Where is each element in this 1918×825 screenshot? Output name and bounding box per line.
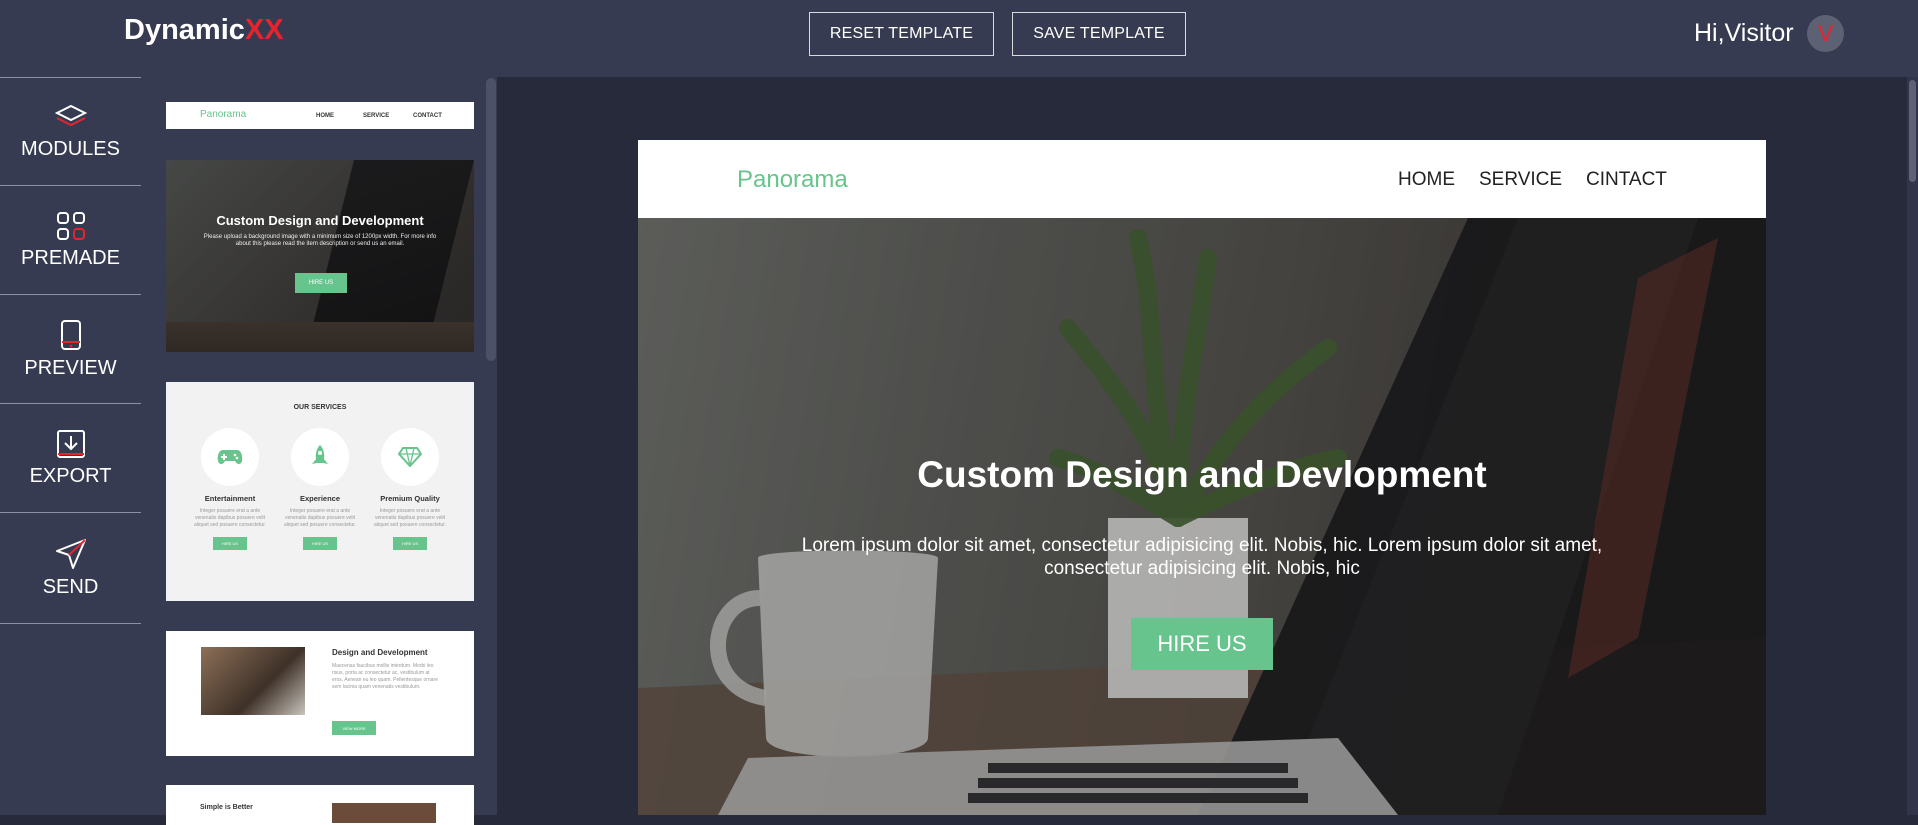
module-thumbnail-feature[interactable]: Design and Development Maecenas faucibus…	[166, 631, 474, 756]
reset-template-button[interactable]: RESET TEMPLATE	[809, 12, 994, 56]
template-preview[interactable]: Panorama HOME SERVICE CINTACT Custom Des…	[638, 140, 1766, 815]
preview-brand[interactable]: Panorama	[737, 166, 848, 194]
grid-icon	[56, 211, 85, 240]
sidebar-item-label: PREMADE	[21, 246, 120, 269]
scrollbar-grip[interactable]	[1909, 80, 1916, 182]
sidebar-item-modules[interactable]: MODULES	[0, 77, 141, 186]
thumb-simple-title: Simple is Better	[200, 804, 253, 811]
sidebar-item-export[interactable]: EXPORT	[0, 403, 141, 512]
canvas-scrollbar[interactable]	[1907, 77, 1918, 815]
sidebar-item-label: SEND	[42, 575, 99, 598]
service-icon-circle	[381, 428, 439, 486]
user-greeting: Hi,Visitor	[1694, 19, 1794, 47]
laptop-photo	[201, 647, 305, 715]
sidebar-item-send[interactable]: SEND	[0, 512, 141, 624]
send-icon	[55, 538, 86, 569]
save-template-button[interactable]: SAVE TEMPLATE	[1012, 12, 1186, 56]
portrait-photo	[332, 803, 436, 823]
service-icon-circle	[201, 428, 259, 486]
modules-scrollbar[interactable]	[486, 78, 496, 361]
service-name: Experience	[299, 494, 341, 503]
service-button: HIRE US	[213, 537, 247, 550]
preview-hero[interactable]: Custom Design and Devlopment Lorem ipsum…	[638, 218, 1766, 815]
service-card: Premium Quality Integer posuere erat a a…	[370, 428, 450, 550]
thumb-services-title: OUR SERVICES	[293, 404, 347, 411]
service-card: Experience Integer posuere erat a ante v…	[280, 428, 360, 550]
module-thumbnail-services[interactable]: OUR SERVICES Entertainment Integer posue…	[166, 382, 474, 601]
service-text: Integer posuere erat a ante venenatis da…	[374, 508, 446, 528]
diamond-icon	[398, 447, 422, 467]
thumb-nav-link: HOME	[316, 113, 334, 119]
preview-nav-contact[interactable]: CINTACT	[1586, 169, 1667, 191]
service-text: Integer posuere erat a ante venenatis da…	[284, 508, 356, 528]
thumb-brand: Panorama	[200, 109, 247, 120]
thumb-hero-title: Custom Design and Development	[216, 213, 424, 228]
preview-hero-title[interactable]: Custom Design and Devlopment	[638, 454, 1766, 496]
top-bar: DynamicXX RESET TEMPLATE SAVE TEMPLATE H…	[0, 0, 1918, 77]
service-name: Premium Quality	[380, 494, 440, 503]
thumb-nav-link: SERVICE	[363, 113, 390, 119]
hero-overlay	[638, 218, 1766, 815]
thumb-hero-text: Please upload a background image with a …	[203, 234, 437, 247]
preview-hero-text[interactable]: Lorem ipsum dolor sit amet, consectetur …	[768, 534, 1636, 580]
sidebar-nav: MODULES PREMADE PREVIEW EXPORT SEND	[0, 77, 141, 815]
thumb-feature-title: Design and Development	[332, 648, 428, 657]
thumb-feature-text: Maecenas faucibus mollis interdum. Morbi…	[332, 663, 438, 690]
logo-accent-text: XX	[244, 14, 284, 46]
avatar[interactable]: V	[1807, 15, 1844, 52]
service-text: Integer posuere erat a ante venenatis da…	[194, 508, 266, 528]
sidebar-item-label: PREVIEW	[24, 356, 117, 379]
sidebar-item-label: MODULES	[21, 137, 120, 160]
logo-main-text: Dynamic	[124, 14, 245, 46]
preview-nav-home[interactable]: HOME	[1398, 169, 1455, 191]
sidebar-item-premade[interactable]: PREMADE	[0, 185, 141, 294]
service-card: Entertainment Integer posuere erat a ant…	[190, 428, 270, 550]
preview-hire-button[interactable]: HIRE US	[1131, 618, 1273, 670]
thumb-feature-button: VIEW MORE	[332, 721, 376, 735]
service-name: Entertainment	[204, 494, 256, 503]
service-button: HIRE US	[393, 537, 427, 550]
layers-icon	[54, 104, 87, 126]
preview-nav-service[interactable]: SERVICE	[1479, 169, 1562, 191]
service-button: HIRE US	[303, 537, 337, 550]
module-thumbnail-header[interactable]: Panorama HOME SERVICE CONTACT	[166, 102, 474, 129]
thumb-hero-button: HIRE US	[295, 273, 347, 293]
app-logo[interactable]: DynamicXX	[124, 14, 284, 47]
sidebar-item-preview[interactable]: PREVIEW	[0, 294, 141, 403]
preview-header[interactable]: Panorama HOME SERVICE CINTACT	[638, 140, 1766, 218]
gamepad-icon	[217, 450, 243, 464]
mobile-icon	[60, 319, 81, 350]
rocket-icon	[312, 445, 328, 464]
sidebar-item-label: EXPORT	[29, 464, 112, 487]
service-icon-circle	[291, 428, 349, 486]
thumb-nav-link: CONTACT	[413, 113, 442, 119]
hero-overlay	[166, 160, 474, 352]
module-thumbnail-hero[interactable]: Custom Design and Development Please upl…	[166, 160, 474, 352]
module-thumbnail-simple[interactable]: Simple is Better	[166, 785, 474, 825]
download-icon	[56, 429, 85, 458]
